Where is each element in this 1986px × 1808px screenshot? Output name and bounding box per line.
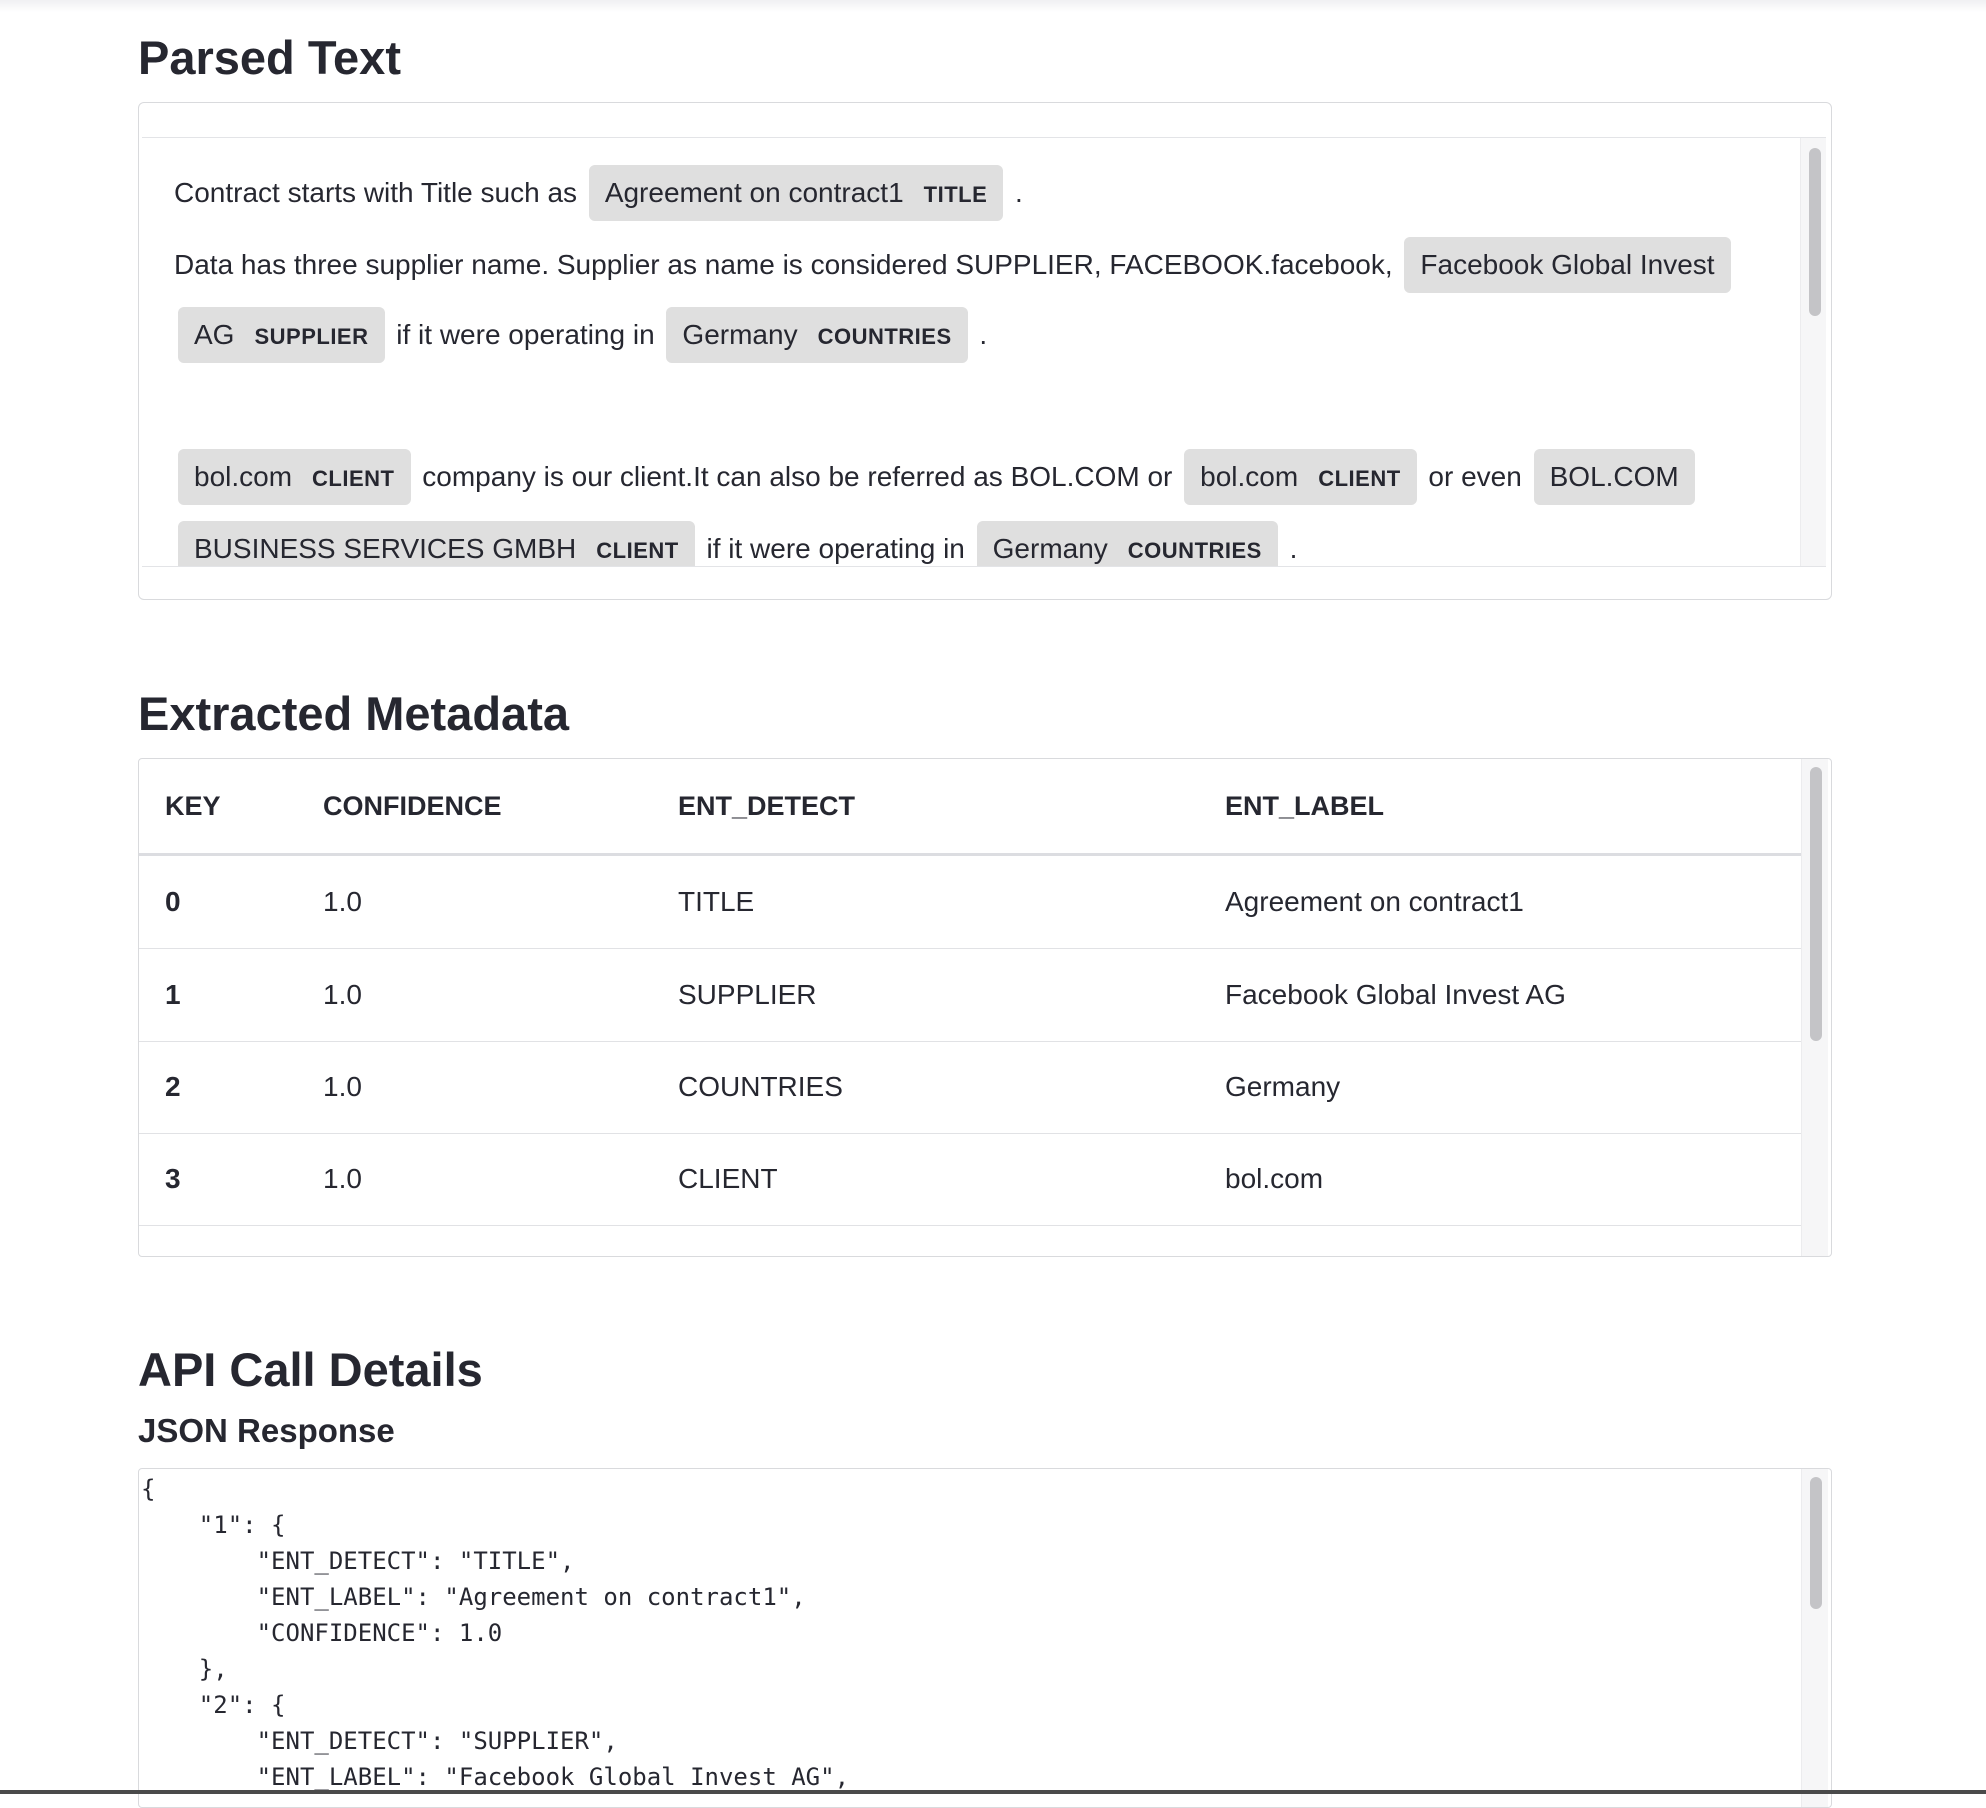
- plain-text: .: [1007, 177, 1023, 208]
- table-row[interactable]: 3 1.0 CLIENT bol.com: [139, 1133, 1801, 1226]
- row-confidence: 1.0: [323, 1071, 362, 1102]
- json-response-box[interactable]: { "1": { "ENT_DETECT": "TITLE", "ENT_LAB…: [138, 1468, 1832, 1808]
- bottom-edge: [0, 1790, 1986, 1794]
- entity-text: Germany: [992, 533, 1108, 564]
- entity-text: Agreement on contract1: [604, 177, 904, 208]
- column-header-confidence[interactable]: CONFIDENCE: [323, 759, 502, 853]
- row-ent-label: Facebook Global Invest AG: [1225, 979, 1566, 1010]
- row-ent-detect: CLIENT: [678, 1163, 778, 1194]
- parsed-text-scrollbar[interactable]: [1800, 138, 1826, 566]
- parsed-text-body: Contract starts with Title such as Agree…: [174, 158, 1744, 566]
- plain-text: company is our client.It can also be ref…: [414, 461, 1181, 492]
- metadata-table: KEY CONFIDENCE ENT_DETECT ENT_LABEL 0 1.…: [138, 758, 1832, 1257]
- table-row[interactable]: 1 1.0 SUPPLIER Facebook Global Invest AG: [139, 949, 1801, 1042]
- entity-countries: Germany COUNTRIES: [666, 307, 968, 363]
- plain-text: Contract starts with Title such as: [174, 177, 585, 208]
- entity-label: COUNTRIES: [1127, 538, 1262, 563]
- row-confidence: 1.0: [323, 886, 362, 917]
- entity-text: bol.com: [1200, 461, 1299, 492]
- scrollbar-thumb[interactable]: [1809, 148, 1821, 316]
- entity-label: CLIENT: [1318, 466, 1401, 491]
- row-key: 0: [165, 886, 181, 917]
- row-ent-detect: TITLE: [678, 886, 755, 917]
- json-scrollbar[interactable]: [1801, 1469, 1828, 1807]
- entity-client: bol.com CLIENT: [178, 449, 411, 505]
- row-ent-detect: COUNTRIES: [678, 1071, 843, 1102]
- table-row[interactable]: 2 1.0 COUNTRIES Germany: [139, 1041, 1801, 1134]
- row-confidence: 1.0: [323, 979, 362, 1010]
- row-ent-label: bol.com: [1225, 1163, 1324, 1194]
- plain-text: .: [971, 319, 988, 350]
- scrollbar-thumb[interactable]: [1810, 767, 1822, 1041]
- row-key: 2: [165, 1071, 181, 1102]
- paragraph: Data has three supplier name. Supplier a…: [174, 230, 1744, 372]
- entity-label: TITLE: [923, 182, 988, 207]
- row-ent-detect: SUPPLIER: [678, 979, 817, 1010]
- parsed-text-scroll-area[interactable]: Contract starts with Title such as Agree…: [142, 137, 1826, 567]
- column-header-key[interactable]: KEY: [165, 759, 221, 853]
- plain-text: if it were operating in: [698, 533, 973, 564]
- row-ent-label: Germany: [1225, 1071, 1341, 1102]
- table-header-row: KEY CONFIDENCE ENT_DETECT ENT_LABEL: [139, 759, 1801, 856]
- entity-label: SUPPLIER: [254, 324, 369, 349]
- column-header-ent-detect[interactable]: ENT_DETECT: [678, 759, 855, 853]
- entity-text: bol.com: [194, 461, 293, 492]
- plain-text: Data has three supplier name. Supplier a…: [174, 249, 1401, 280]
- column-header-ent-label[interactable]: ENT_LABEL: [1225, 759, 1384, 853]
- extracted-metadata-heading: Extracted Metadata: [138, 687, 569, 740]
- parsed-text-heading: Parsed Text: [138, 31, 401, 84]
- api-call-details-heading: API Call Details: [138, 1343, 483, 1396]
- paragraph: Contract starts with Title such as Agree…: [174, 158, 1744, 230]
- row-key: 1: [165, 979, 181, 1010]
- parsed-text-card: Contract starts with Title such as Agree…: [138, 102, 1832, 600]
- json-response-text: { "1": { "ENT_DETECT": "TITLE", "ENT_LAB…: [141, 1475, 850, 1791]
- json-response-subheading: JSON Response: [138, 1412, 395, 1449]
- entity-title: Agreement on contract1 TITLE: [588, 165, 1004, 221]
- plain-text: or even: [1420, 461, 1530, 492]
- row-key: 3: [165, 1163, 181, 1194]
- metadata-table-scrollbar[interactable]: [1801, 759, 1828, 1256]
- entity-client: bol.com CLIENT: [1184, 449, 1417, 505]
- table-row[interactable]: 0 1.0 TITLE Agreement on contract1: [139, 856, 1801, 949]
- entity-label: COUNTRIES: [817, 324, 952, 349]
- plain-text: .: [1281, 533, 1298, 564]
- plain-text: if it were operating in: [388, 319, 663, 350]
- entity-countries: Germany COUNTRIES: [976, 521, 1278, 566]
- row-ent-label: Agreement on contract1: [1225, 886, 1524, 917]
- scrollbar-thumb[interactable]: [1810, 1477, 1822, 1609]
- entity-label: CLIENT: [312, 466, 395, 491]
- row-confidence: 1.0: [323, 1163, 362, 1194]
- top-shadow: [0, 0, 1986, 12]
- paragraph: bol.com CLIENT company is our client.It c…: [174, 442, 1744, 566]
- entity-text: Germany: [682, 319, 798, 350]
- entity-label: CLIENT: [596, 538, 679, 563]
